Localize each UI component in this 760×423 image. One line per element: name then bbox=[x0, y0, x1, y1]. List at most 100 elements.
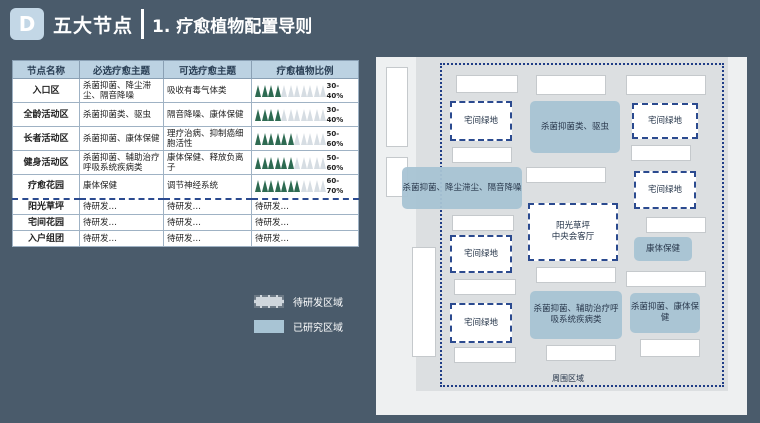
ratio-label: 30-40% bbox=[326, 105, 344, 124]
zone-yard-5: 宅间绿地 bbox=[450, 303, 512, 343]
header-plant-ratio: 疗愈植物比例 bbox=[251, 60, 359, 79]
table-header-row: 节点名称 必选疗愈主题 可选疗愈主题 疗愈植物比例 bbox=[12, 60, 359, 79]
section-title: 五大节点 bbox=[53, 14, 134, 37]
tree-icon bbox=[287, 180, 294, 193]
zone-entrance: 杀菌抑菌、降尘滞尘、隔音降噪 bbox=[402, 167, 522, 209]
row-ratio: 30-40% bbox=[251, 102, 359, 127]
tree-icon bbox=[294, 84, 300, 97]
tree-icon bbox=[313, 84, 320, 97]
tree-icon bbox=[313, 132, 320, 145]
zone-yard-3: 宅间绿地 bbox=[450, 235, 512, 273]
tree-icon bbox=[261, 84, 268, 97]
tree-ratio-bar bbox=[255, 156, 327, 169]
tree-icon bbox=[255, 84, 261, 97]
tree-icon bbox=[320, 132, 326, 145]
tree-icon bbox=[287, 84, 294, 97]
tree-icon bbox=[307, 132, 313, 145]
row-name: 长者活动区 bbox=[12, 126, 80, 151]
tree-icon bbox=[294, 132, 300, 145]
tree-icon bbox=[313, 108, 320, 121]
header: D 五大节点 1. 疗愈植物配置导则 bbox=[10, 6, 312, 42]
header-node-name: 节点名称 bbox=[12, 60, 80, 79]
legend-pending-label: 待研发区域 bbox=[293, 298, 343, 309]
tree-icon bbox=[274, 180, 281, 193]
tree-icon bbox=[255, 132, 261, 145]
row-required: 杀菌抑菌、康体保健 bbox=[79, 126, 164, 151]
row-ratio: 60-70% bbox=[251, 174, 359, 199]
row-ratio: 50-60% bbox=[251, 126, 359, 151]
table-row: 健身活动区 杀菌抑菌、辅助治疗呼吸系统疾病类 康体保健、释放负离子 50-60% bbox=[12, 150, 359, 175]
row-optional: 待研发… bbox=[163, 230, 252, 247]
tree-icon bbox=[307, 108, 313, 121]
row-required: 杀菌抑菌类、驱虫 bbox=[79, 102, 164, 127]
tree-icon bbox=[274, 108, 281, 121]
ratio-label: 50-60% bbox=[326, 153, 344, 172]
table-row-pending: 宅间花园 待研发… 待研发… 待研发… bbox=[12, 214, 359, 231]
tree-icon bbox=[294, 108, 300, 121]
row-optional: 待研发… bbox=[163, 197, 252, 215]
tree-icon bbox=[294, 156, 300, 169]
row-name: 阳光草坪 bbox=[12, 197, 80, 215]
tree-icon bbox=[255, 108, 261, 121]
row-required: 康体保健 bbox=[79, 174, 164, 199]
table-row: 入口区 杀菌抑菌、降尘滞尘、隔音降噪 吸收有毒气体类 30-40% bbox=[12, 78, 359, 103]
road-east bbox=[728, 57, 747, 415]
zone-antibac-insect: 杀菌抑菌类、驱虫 bbox=[530, 101, 620, 153]
tree-icon bbox=[268, 132, 274, 145]
row-required: 待研发… bbox=[79, 230, 164, 247]
row-name: 宅间花园 bbox=[12, 214, 80, 231]
ratio-label: 30-40% bbox=[326, 81, 344, 100]
tree-icon bbox=[307, 84, 313, 97]
zone-antibac-health: 杀菌抑菌、康体保健 bbox=[630, 293, 700, 333]
row-name: 入口区 bbox=[12, 78, 80, 103]
perimeter-label: 周围区域 bbox=[552, 374, 584, 383]
table-row: 疗愈花园 康体保健 调节神经系统 60-70% bbox=[12, 174, 359, 199]
tree-icon bbox=[268, 84, 274, 97]
row-name: 健身活动区 bbox=[12, 150, 80, 175]
tree-icon bbox=[281, 180, 287, 193]
row-optional: 调节神经系统 bbox=[163, 174, 252, 199]
row-name: 全龄活动区 bbox=[12, 102, 80, 127]
tree-icon bbox=[281, 108, 287, 121]
legend-done-swatch bbox=[254, 320, 284, 333]
ratio-label: 60-70% bbox=[326, 177, 344, 196]
building bbox=[412, 247, 436, 357]
tree-icon bbox=[261, 108, 268, 121]
legend-pending-swatch bbox=[254, 295, 284, 308]
row-optional: 康体保健、释放负离子 bbox=[163, 150, 252, 175]
tree-icon bbox=[287, 132, 294, 145]
row-optional: 吸收有毒气体类 bbox=[163, 78, 252, 103]
tree-icon bbox=[294, 180, 300, 193]
row-name: 入户组团 bbox=[12, 230, 80, 247]
legend-done-label: 已研究区域 bbox=[293, 323, 343, 334]
row-required: 杀菌抑菌、降尘滞尘、隔音降噪 bbox=[79, 78, 164, 103]
tree-icon bbox=[255, 180, 261, 193]
node-table: 节点名称 必选疗愈主题 可选疗愈主题 疗愈植物比例 入口区 杀菌抑菌、降尘滞尘、… bbox=[12, 60, 359, 247]
tree-icon bbox=[313, 156, 320, 169]
tree-ratio-bar bbox=[255, 108, 327, 121]
table-row-pending: 阳光草坪 待研发… 待研发… 待研发… bbox=[12, 197, 359, 215]
tree-icon bbox=[320, 84, 326, 97]
zone-yard-4: 宅间绿地 bbox=[634, 171, 696, 209]
site-plan: 宅间绿地 杀菌抑菌类、驱虫 宅间绿地 杀菌抑菌、降尘滞尘、隔音降噪 宅间绿地 阳… bbox=[376, 57, 747, 415]
tree-icon bbox=[320, 180, 326, 193]
tree-icon bbox=[313, 180, 320, 193]
zone-respiratory: 杀菌抑菌、辅助治疗呼吸系统疾病类 bbox=[530, 291, 622, 339]
tree-icon bbox=[261, 132, 268, 145]
tree-icon bbox=[300, 132, 307, 145]
tree-icon bbox=[300, 180, 307, 193]
tree-icon bbox=[281, 132, 287, 145]
row-optional: 理疗治病、抑制癌细胞活性 bbox=[163, 126, 252, 151]
row-optional: 隔音降噪、康体保健 bbox=[163, 102, 252, 127]
tree-icon bbox=[268, 156, 274, 169]
tree-ratio-bar bbox=[255, 180, 327, 193]
legend: 待研发区域 已研究区域 bbox=[254, 294, 343, 344]
row-optional: 待研发… bbox=[163, 214, 252, 231]
tree-icon bbox=[320, 156, 326, 169]
table-row: 长者活动区 杀菌抑菌、康体保健 理疗治病、抑制癌细胞活性 50-60% bbox=[12, 126, 359, 151]
row-ratio: 待研发… bbox=[251, 197, 359, 215]
section-badge: D bbox=[10, 8, 44, 40]
table-row: 全龄活动区 杀菌抑菌类、驱虫 隔音降噪、康体保健 30-40% bbox=[12, 102, 359, 127]
zone-yard-2: 宅间绿地 bbox=[632, 103, 698, 139]
row-ratio: 待研发… bbox=[251, 230, 359, 247]
